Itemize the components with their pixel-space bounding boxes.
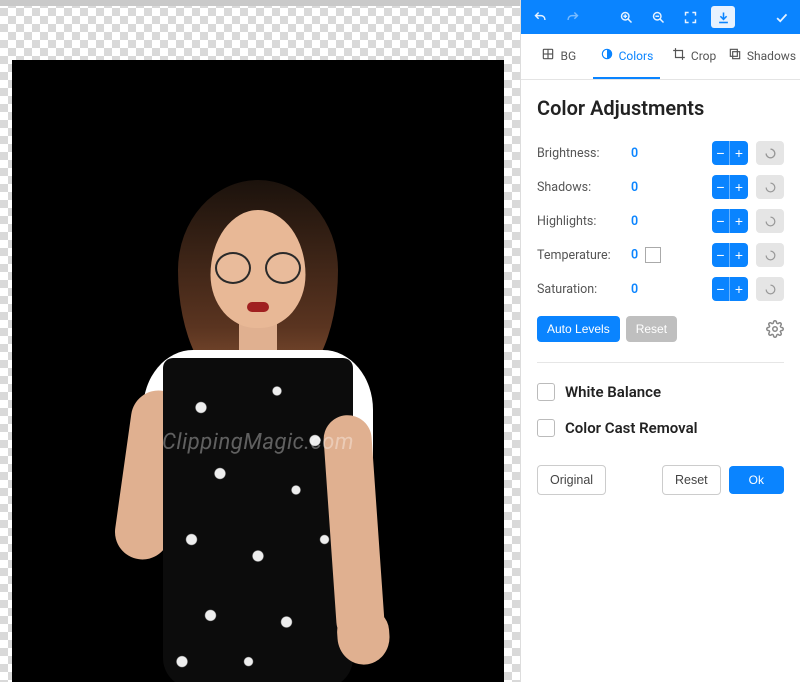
brightness-reset[interactable] [756, 141, 784, 165]
original-button[interactable]: Original [537, 465, 606, 495]
tab-bg-label: BG [560, 49, 576, 63]
shadows-icon [728, 47, 742, 64]
temperature-value-num: 0 [631, 247, 638, 262]
row-temperature: Temperature: 0 − + [537, 238, 784, 272]
panel-title: Color Adjustments [537, 96, 784, 120]
brightness-label: Brightness: [537, 146, 623, 161]
saturation-plus[interactable]: + [730, 277, 748, 301]
undo-button[interactable] [529, 6, 551, 28]
colors-icon [600, 47, 614, 64]
shadows-stepper: − + [712, 175, 748, 199]
saturation-label: Saturation: [537, 282, 623, 297]
panel-body: Color Adjustments Brightness: 0 − + Shad… [521, 80, 800, 682]
confirm-button[interactable] [770, 6, 792, 28]
tab-crop-label: Crop [691, 49, 716, 63]
row-shadows: Shadows: 0 − + [537, 170, 784, 204]
temperature-plus[interactable]: + [730, 243, 748, 267]
brightness-value: 0 [631, 146, 704, 161]
highlights-minus[interactable]: − [712, 209, 730, 233]
tab-bg[interactable]: BG [525, 34, 593, 79]
reset-button[interactable]: Reset [662, 465, 721, 495]
saturation-stepper: − + [712, 277, 748, 301]
highlights-value: 0 [631, 214, 704, 229]
divider [537, 362, 784, 363]
canvas-area[interactable]: ClippingMagic.com [0, 0, 520, 682]
brightness-plus[interactable]: + [730, 141, 748, 165]
crop-icon [672, 47, 686, 64]
row-brightness: Brightness: 0 − + [537, 136, 784, 170]
white-balance-checkbox[interactable] [537, 383, 555, 401]
tabs: BG Colors Crop Shadows [521, 34, 800, 80]
zoom-out-button[interactable] [647, 6, 669, 28]
row-highlights: Highlights: 0 − + [537, 204, 784, 238]
top-toolbar [521, 0, 800, 34]
row-saturation: Saturation: 0 − + [537, 272, 784, 306]
saturation-value: 0 [631, 282, 704, 297]
temperature-value: 0 [631, 247, 704, 263]
auto-levels-button[interactable]: Auto Levels [537, 316, 620, 342]
bg-icon [541, 47, 555, 64]
subject-figure [118, 180, 398, 680]
shadows-minus[interactable]: − [712, 175, 730, 199]
auto-row: Auto Levels Reset [537, 316, 784, 342]
tab-shadows-label: Shadows [747, 49, 796, 63]
shadows-reset[interactable] [756, 175, 784, 199]
ok-button[interactable]: Ok [729, 466, 784, 494]
highlights-reset[interactable] [756, 209, 784, 233]
image-preview[interactable]: ClippingMagic.com [12, 60, 504, 682]
white-balance-label: White Balance [565, 383, 661, 401]
highlights-label: Highlights: [537, 214, 623, 229]
color-cast-checkbox[interactable] [537, 419, 555, 437]
shadows-label: Shadows: [537, 180, 623, 195]
highlights-stepper: − + [712, 209, 748, 233]
temperature-stepper: − + [712, 243, 748, 267]
settings-gear-icon[interactable] [766, 320, 784, 338]
saturation-minus[interactable]: − [712, 277, 730, 301]
tab-colors[interactable]: Colors [593, 34, 661, 79]
temperature-label: Temperature: [537, 248, 623, 263]
saturation-reset[interactable] [756, 277, 784, 301]
white-balance-row: White Balance [537, 383, 784, 401]
color-cast-label: Color Cast Removal [565, 419, 698, 437]
tab-colors-label: Colors [619, 49, 654, 63]
temperature-reset[interactable] [756, 243, 784, 267]
reset-small-button[interactable]: Reset [626, 316, 677, 342]
temperature-swatch[interactable] [645, 247, 661, 263]
fit-screen-button[interactable] [679, 6, 701, 28]
highlights-plus[interactable]: + [730, 209, 748, 233]
side-panel: BG Colors Crop Shadows Color Adjustments… [520, 0, 800, 682]
tab-shadows[interactable]: Shadows [728, 34, 796, 79]
redo-button[interactable] [561, 6, 583, 28]
shadows-value: 0 [631, 180, 704, 195]
brightness-minus[interactable]: − [712, 141, 730, 165]
shadows-plus[interactable]: + [730, 175, 748, 199]
temperature-minus[interactable]: − [712, 243, 730, 267]
zoom-in-button[interactable] [615, 6, 637, 28]
brightness-stepper: − + [712, 141, 748, 165]
tab-crop[interactable]: Crop [660, 34, 728, 79]
download-button[interactable] [711, 6, 735, 28]
color-cast-row: Color Cast Removal [537, 419, 784, 437]
footer-row: Original Reset Ok [537, 465, 784, 495]
